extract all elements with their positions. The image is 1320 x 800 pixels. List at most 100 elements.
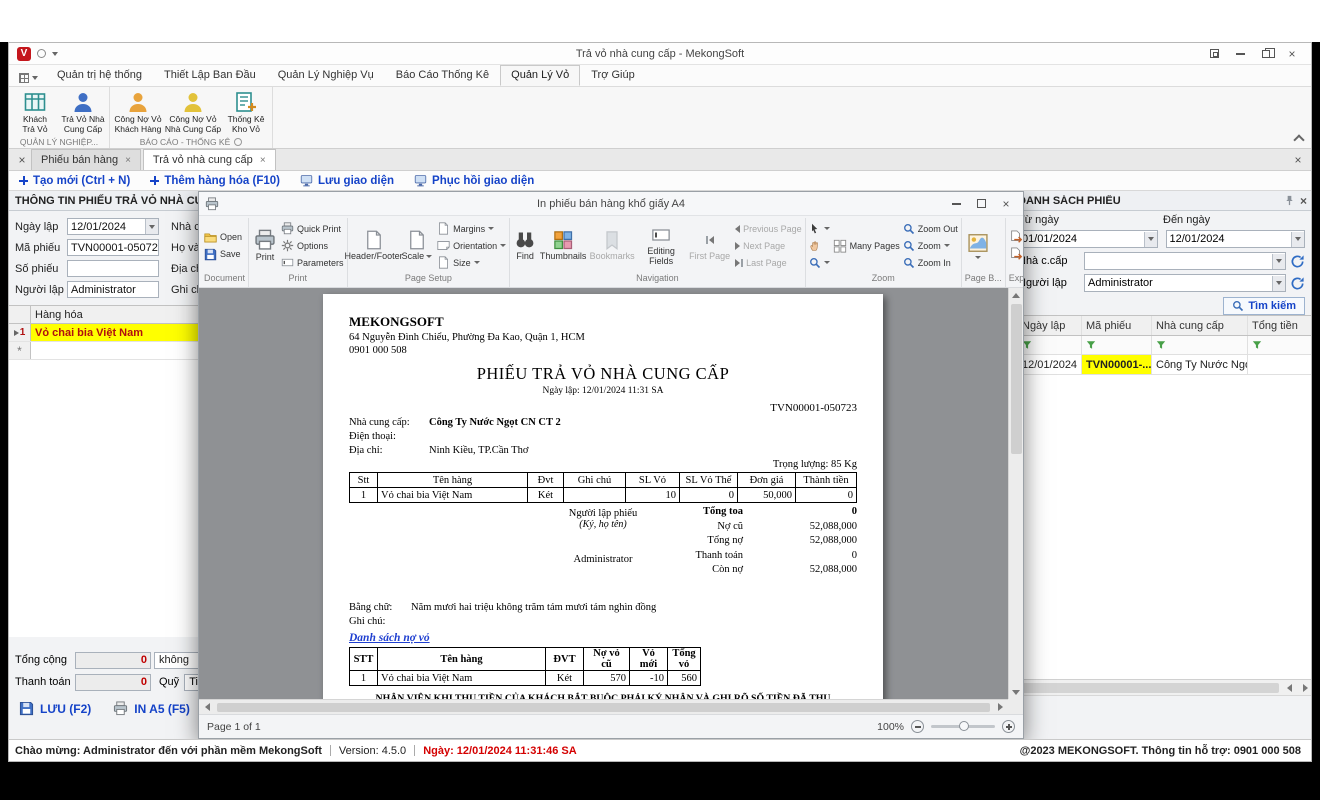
ribbon-collapse-icon[interactable] — [1293, 134, 1304, 145]
group-dialog-launcher-icon[interactable] — [234, 138, 242, 146]
orientation-button[interactable]: Orientation — [437, 238, 506, 254]
first-page-button[interactable]: First Page — [687, 229, 732, 262]
dialog-close-button[interactable] — [995, 196, 1017, 212]
dialog-maximize-button[interactable] — [970, 196, 992, 212]
next-page-button[interactable]: Next Page — [735, 238, 802, 254]
fullscreen-button[interactable] — [1203, 46, 1225, 62]
add-item-button[interactable]: Thêm hàng hóa (F10) — [150, 175, 280, 187]
quick-print-button[interactable]: Quick Print — [281, 221, 344, 237]
scroll-right-icon[interactable] — [1297, 681, 1311, 695]
tab-close-icon[interactable] — [260, 154, 266, 166]
zoom-in-button[interactable]: Zoom In — [903, 255, 958, 271]
qat-dropdown-icon[interactable] — [52, 52, 58, 56]
grid-data-row[interactable]: 12/01/2024 TVN00001-... Công Ty Nước Ngọ… — [1010, 355, 1311, 375]
creator-combobox[interactable]: Administrator — [1084, 274, 1286, 292]
zoom-out-button[interactable]: Zoom Out — [903, 221, 958, 237]
minimize-button[interactable] — [1229, 46, 1251, 62]
column-header-tong-tien[interactable]: Tổng tiền — [1248, 316, 1311, 335]
preview-area[interactable]: MEKONGSOFT 64 Nguyễn Đình Chiểu, Phường … — [199, 288, 1023, 714]
from-date-combobox[interactable]: 01/01/2024 — [1018, 230, 1158, 248]
filter-cell[interactable] — [1018, 336, 1082, 354]
creator-input[interactable] — [71, 284, 158, 296]
scroll-right-icon[interactable] — [992, 700, 1008, 714]
print-a5-button[interactable]: IN A5 (F5) — [113, 701, 190, 716]
customer-return-button[interactable]: Khách Trả Vỏ — [11, 89, 59, 135]
zoom-slider-thumb[interactable] — [959, 721, 969, 731]
scroll-left-icon[interactable] — [1281, 681, 1297, 695]
cell-tong-tien[interactable] — [1248, 355, 1311, 374]
options-button[interactable]: Options — [281, 238, 344, 254]
filter-cell[interactable] — [1082, 336, 1152, 354]
header-footer-button[interactable]: Header/Footer — [351, 229, 397, 262]
app-menu-button[interactable] — [15, 73, 46, 86]
receipt-number-field[interactable] — [67, 260, 159, 277]
vertical-scrollbar[interactable] — [1008, 288, 1023, 699]
pointer-tool-button[interactable] — [809, 221, 830, 237]
previous-page-button[interactable]: Previous Page — [735, 221, 802, 237]
receipt-number-input[interactable] — [71, 263, 158, 275]
dialog-minimize-button[interactable] — [945, 196, 967, 212]
filter-cell[interactable] — [1152, 336, 1248, 354]
scroll-down-icon[interactable] — [1008, 685, 1023, 699]
supplier-combobox[interactable] — [1084, 252, 1286, 270]
ribbon-tab-bottle-management[interactable]: Quản Lý Vỏ — [500, 65, 580, 86]
last-page-button[interactable]: Last Page — [735, 255, 802, 271]
hand-tool-button[interactable] — [809, 238, 830, 254]
many-pages-button[interactable]: Many Pages — [833, 238, 900, 254]
export-document-button[interactable] — [1009, 229, 1023, 245]
scroll-left-icon[interactable] — [199, 700, 215, 714]
tab-close-icon[interactable] — [125, 154, 131, 166]
save-button[interactable]: Save — [204, 246, 242, 262]
zoom-slider[interactable] — [931, 725, 995, 728]
chevron-down-icon[interactable] — [1272, 254, 1285, 269]
search-button[interactable]: Tìm kiếm — [1223, 297, 1305, 315]
parameters-button[interactable]: Parameters — [281, 255, 344, 271]
ribbon-tab-operations[interactable]: Quản Lý Nghiệp Vụ — [267, 65, 385, 86]
creator-field[interactable] — [67, 281, 159, 298]
cell-nha-cung-cap[interactable]: Công Ty Nước Ngọt ... — [1152, 355, 1248, 374]
print-button[interactable]: Print — [252, 228, 278, 263]
bookmarks-button[interactable]: Bookmarks — [589, 229, 635, 262]
column-header-ma-phieu[interactable]: Mã phiếu — [1082, 316, 1152, 335]
return-to-supplier-button[interactable]: Trả Vỏ Nhà Cung Cấp — [59, 89, 107, 135]
send-document-button[interactable] — [1009, 246, 1023, 262]
bottle-stock-stats-button[interactable]: Thống Kê Kho Vỏ — [222, 89, 270, 135]
ribbon-tab-setup[interactable]: Thiết Lập Ban Đầu — [153, 65, 267, 86]
ribbon-tab-reports[interactable]: Báo Cáo Thống Kê — [385, 65, 500, 86]
refresh-icon[interactable] — [1290, 254, 1305, 269]
receipt-code-field[interactable] — [67, 239, 159, 256]
scrollbar-thumb[interactable] — [1011, 304, 1022, 454]
new-record-button[interactable]: Tạo mới (Ctrl + N) — [19, 175, 130, 187]
supplier-bottle-debt-button[interactable]: Công Nợ Vỏ Nhà Cung Cấp — [164, 89, 222, 135]
zoom-button[interactable]: Zoom — [903, 238, 958, 254]
customer-bottle-debt-button[interactable]: Công Nợ Vỏ Khách Hàng — [112, 89, 164, 135]
chevron-down-icon[interactable] — [1144, 232, 1157, 247]
horizontal-scrollbar[interactable] — [1010, 679, 1311, 695]
save-layout-button[interactable]: Lưu giao diện — [300, 174, 394, 187]
find-button[interactable]: Find — [513, 229, 537, 262]
chevron-down-icon[interactable] — [145, 219, 158, 234]
column-header-ngay-lap[interactable]: Ngày lập — [1018, 316, 1082, 335]
row-header[interactable]: 1 — [9, 324, 31, 341]
zoom-out-icon[interactable] — [911, 720, 924, 733]
pin-icon[interactable] — [1284, 195, 1295, 206]
tab-phieu-ban-hang[interactable]: Phiếu bán hàng — [31, 149, 141, 170]
tab-tra-vo-nha-cung-cap[interactable]: Trả vỏ nhà cung cấp — [143, 149, 276, 170]
chevron-down-icon[interactable] — [1291, 232, 1304, 247]
size-button[interactable]: Size — [437, 255, 506, 271]
scale-button[interactable]: Scale — [400, 229, 435, 262]
cell-ngay-lap[interactable]: 12/01/2024 — [1018, 355, 1082, 374]
ribbon-tab-help[interactable]: Trợ Giúp — [580, 65, 645, 86]
margins-button[interactable]: Margins — [437, 221, 506, 237]
restore-layout-button[interactable]: Phục hồi giao diện — [414, 174, 534, 187]
chevron-down-icon[interactable] — [1272, 276, 1285, 291]
open-button[interactable]: Open — [204, 229, 242, 245]
page-background-button[interactable] — [965, 231, 991, 260]
filter-cell[interactable] — [1248, 336, 1311, 354]
close-tab-button[interactable] — [13, 150, 31, 170]
magnifier-tool-button[interactable] — [809, 255, 830, 271]
dialog-title-bar[interactable]: In phiếu bán hàng khổ giấy A4 — [199, 192, 1023, 216]
editing-fields-button[interactable]: Editing Fields — [638, 224, 684, 267]
ribbon-tab-system[interactable]: Quản trị hệ thống — [46, 65, 153, 86]
horizontal-scrollbar[interactable] — [199, 699, 1008, 714]
